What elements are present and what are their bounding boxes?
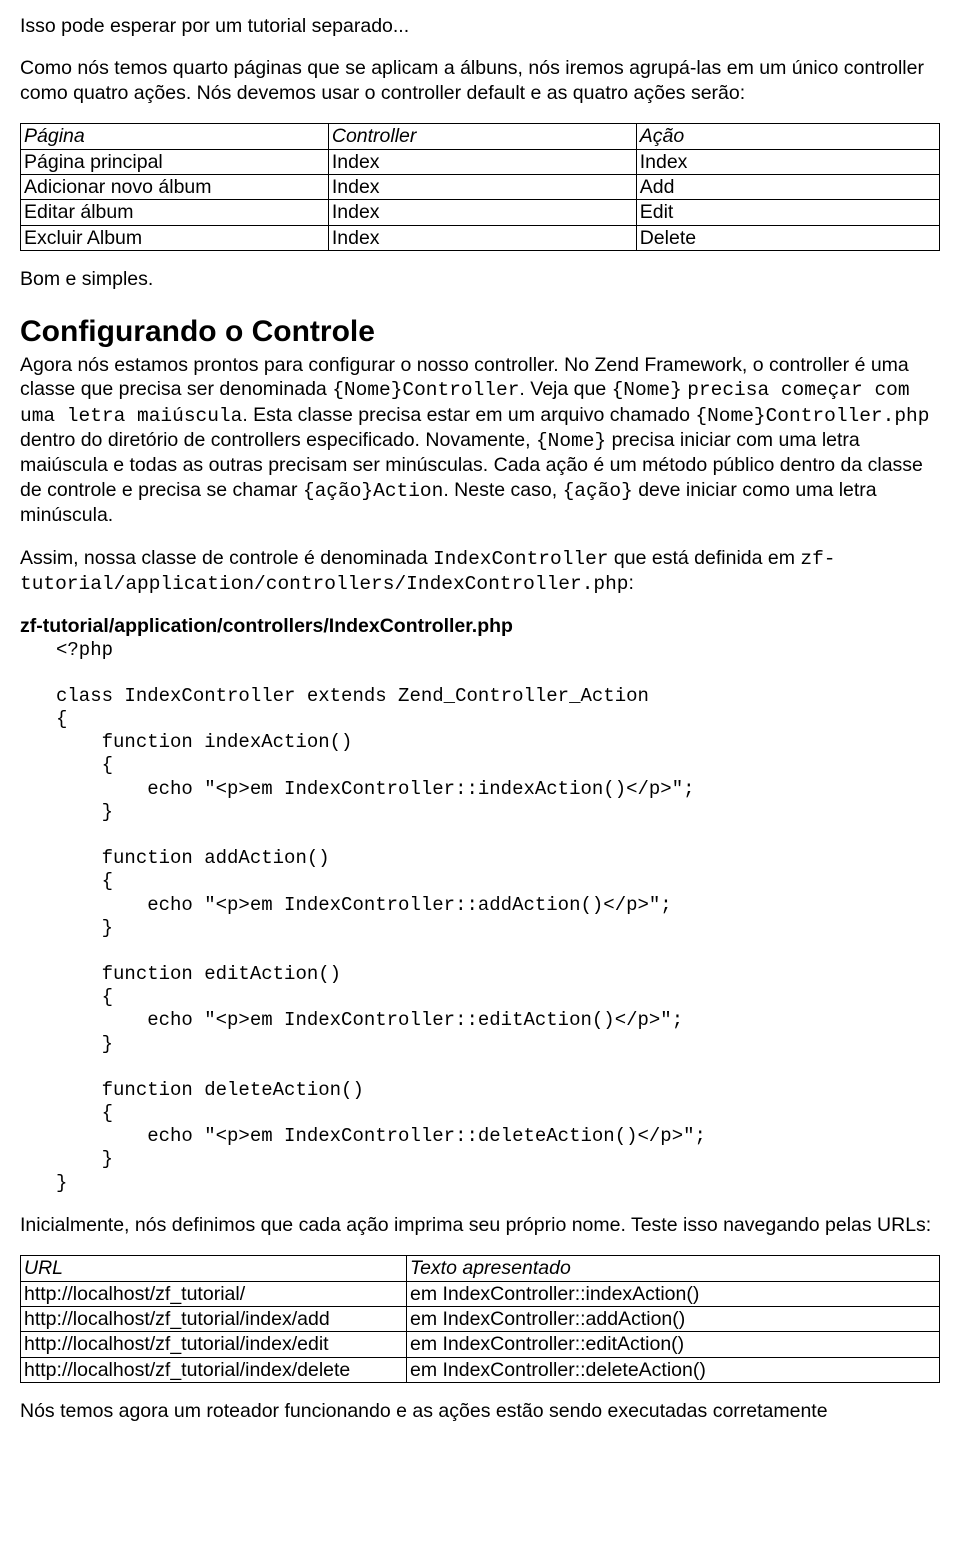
col-controller: Controller (328, 124, 636, 149)
cell: Delete (636, 225, 939, 250)
assim-paragraph: Assim, nossa classe de controle é denomi… (20, 546, 940, 597)
intro-paragraph-1: Isso pode esperar por um tutorial separa… (20, 14, 940, 38)
table-row: http://localhost/zf_tutorial/index/add e… (21, 1306, 940, 1331)
cell: Index (328, 149, 636, 174)
after-code-paragraph: Inicialmente, nós definimos que cada açã… (20, 1213, 940, 1237)
config-paragraph: Agora nós estamos prontos para configura… (20, 353, 940, 528)
cell: http://localhost/zf_tutorial/ (21, 1281, 407, 1306)
cell: Index (328, 200, 636, 225)
cell: em IndexController::indexAction() (406, 1281, 939, 1306)
text: Assim, nossa classe de controle é denomi… (20, 547, 433, 569)
text: : (629, 572, 634, 594)
text: que está definida em (609, 547, 801, 569)
cell: Add (636, 174, 939, 199)
table-row: http://localhost/zf_tutorial/index/edit … (21, 1332, 940, 1357)
cell: http://localhost/zf_tutorial/index/delet… (21, 1357, 407, 1382)
cell: Index (328, 225, 636, 250)
table-header-row: URL Texto apresentado (21, 1256, 940, 1281)
cell: Index (328, 174, 636, 199)
section-heading: Configurando o Controle (20, 313, 940, 351)
table-row: http://localhost/zf_tutorial/index/delet… (21, 1357, 940, 1382)
file-path-label: zf-tutorial/application/controllers/Inde… (20, 614, 940, 638)
cell: Página principal (21, 149, 329, 174)
text: . Esta classe precisa estar em um arquiv… (242, 404, 695, 426)
code-inline: {Nome} (612, 379, 682, 401)
code-inline: {Nome}Controller.php (695, 405, 929, 427)
table-row: Excluir Album Index Delete (21, 225, 940, 250)
urls-table: URL Texto apresentado http://localhost/z… (20, 1255, 940, 1383)
code-inline: IndexController (433, 548, 609, 570)
table-row: http://localhost/zf_tutorial/ em IndexCo… (21, 1281, 940, 1306)
col-url: URL (21, 1256, 407, 1281)
code-block: <?php class IndexController extends Zend… (20, 639, 940, 1195)
cell: http://localhost/zf_tutorial/index/add (21, 1306, 407, 1331)
table-header-row: Página Controller Ação (21, 124, 940, 149)
cell: em IndexController::deleteAction() (406, 1357, 939, 1382)
col-pagina: Página (21, 124, 329, 149)
intro-paragraph-2: Como nós temos quarto páginas que se apl… (20, 56, 940, 105)
cell: em IndexController::editAction() (406, 1332, 939, 1357)
cell: Edit (636, 200, 939, 225)
code-inline: {ação} (563, 480, 633, 502)
cell: em IndexController::addAction() (406, 1306, 939, 1331)
code-inline: {Nome}Controller (332, 379, 519, 401)
col-texto: Texto apresentado (406, 1256, 939, 1281)
text: . Neste caso, (443, 479, 562, 501)
col-acao: Ação (636, 124, 939, 149)
cell: Editar álbum (21, 200, 329, 225)
table-row: Adicionar novo álbum Index Add (21, 174, 940, 199)
code-inline: {ação}Action (303, 480, 443, 502)
table-row: Editar álbum Index Edit (21, 200, 940, 225)
cell: Index (636, 149, 939, 174)
bom-e-simples: Bom e simples. (20, 267, 940, 291)
closing-paragraph: Nós temos agora um roteador funcionando … (20, 1399, 940, 1423)
actions-table: Página Controller Ação Página principal … (20, 123, 940, 251)
cell: http://localhost/zf_tutorial/index/edit (21, 1332, 407, 1357)
cell: Adicionar novo álbum (21, 174, 329, 199)
code-inline: {Nome} (536, 430, 606, 452)
table-row: Página principal Index Index (21, 149, 940, 174)
text: . Veja que (519, 378, 611, 400)
text: dentro do diretório de controllers espec… (20, 429, 536, 451)
cell: Excluir Album (21, 225, 329, 250)
